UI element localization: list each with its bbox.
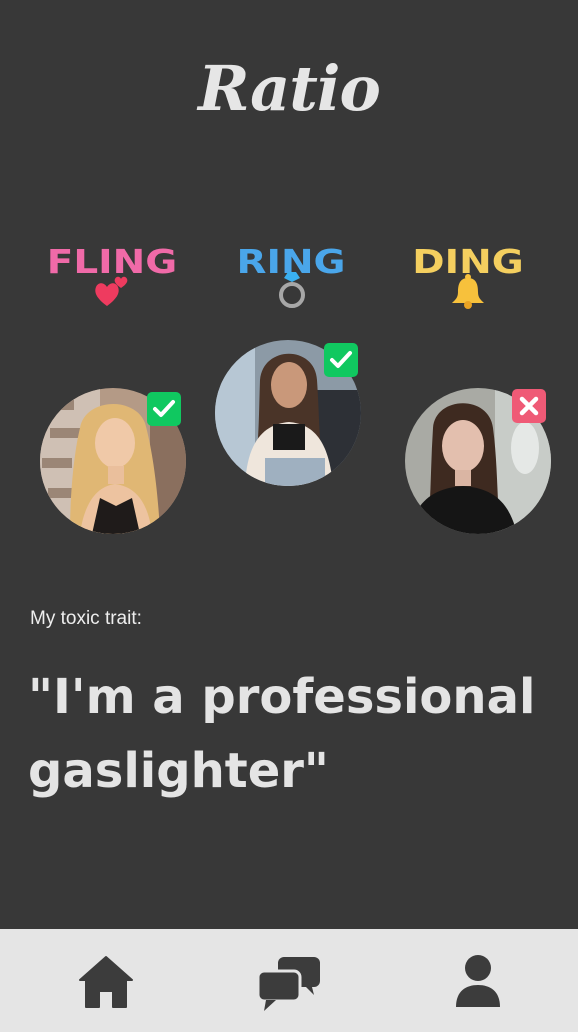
toxic-trait-label: My toxic trait: [30,608,142,629]
approved-badge-fling[interactable] [147,392,181,426]
bottom-nav [0,929,578,1032]
chat-icon [256,957,320,1011]
approved-badge-ring[interactable] [324,343,358,377]
toxic-trait-quote: "I'm a professional gaslighter" [28,669,536,799]
ring-icon [279,272,305,308]
nav-chat-button[interactable] [256,953,322,1013]
nav-home-button[interactable] [76,953,136,1013]
hearts-icon [95,276,128,306]
rejected-badge-ding[interactable] [512,389,546,423]
nav-profile-button[interactable] [452,953,504,1013]
x-icon [519,396,539,416]
app-logo: Ratio [198,52,381,125]
check-icon [330,351,352,368]
check-icon [153,400,175,417]
home-icon [79,956,133,1008]
profile-icon [456,955,500,1007]
bell-icon [452,274,484,309]
